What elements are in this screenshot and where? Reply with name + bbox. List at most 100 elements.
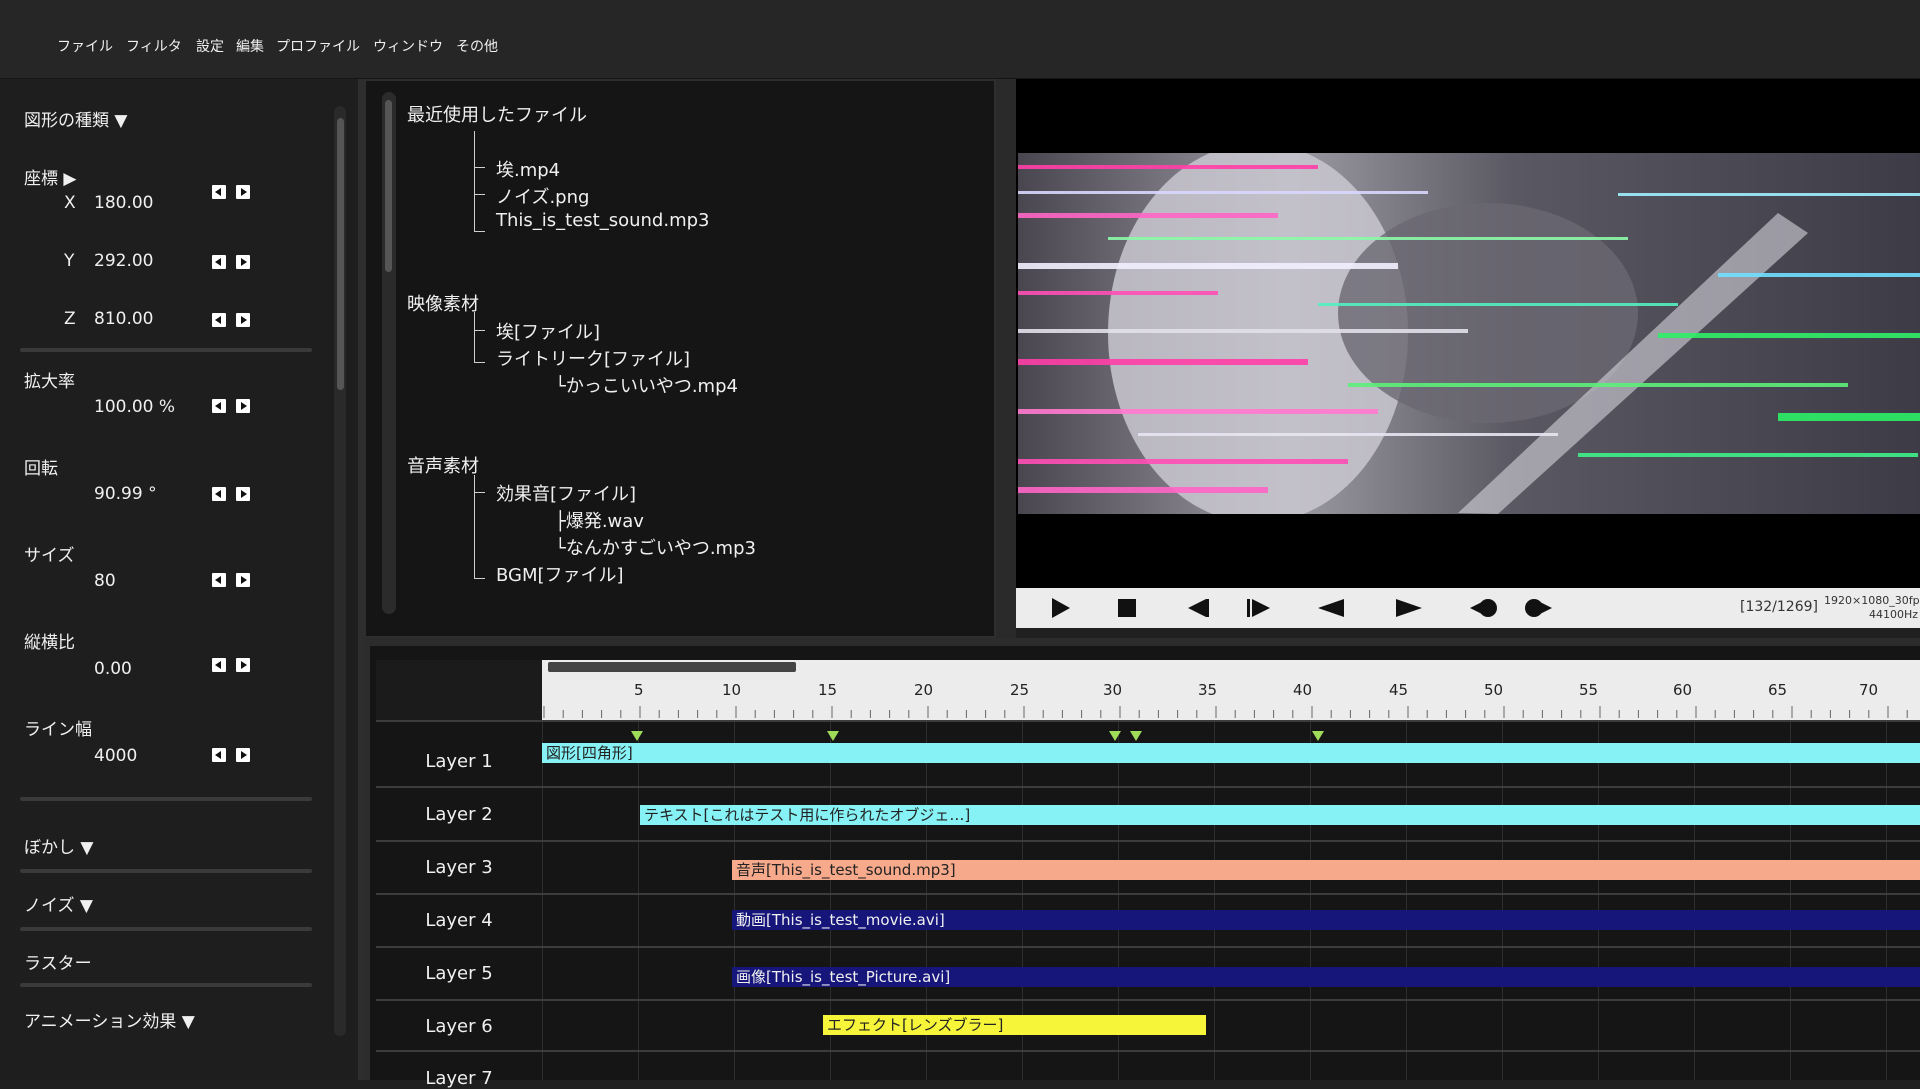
ruler-tick-label: 45 bbox=[1389, 681, 1409, 699]
keyframe-marker[interactable] bbox=[1312, 731, 1324, 741]
layer-label[interactable]: Layer 4 bbox=[376, 910, 542, 931]
menu-settings[interactable]: 設定 bbox=[196, 36, 224, 56]
layer-label[interactable]: Layer 3 bbox=[376, 857, 542, 878]
y-decrement-button[interactable] bbox=[212, 255, 226, 269]
keyframe-marker[interactable] bbox=[827, 731, 839, 741]
separator bbox=[20, 797, 312, 801]
raster-section[interactable]: ラスター bbox=[24, 949, 92, 974]
noise-section[interactable]: ノイズ ▼ bbox=[24, 891, 93, 916]
size-value[interactable]: 80 bbox=[94, 571, 116, 591]
x-value[interactable]: 180.00 bbox=[94, 193, 153, 213]
tree-file-item[interactable]: ├爆発.wav bbox=[555, 507, 644, 533]
tree-connector bbox=[474, 578, 485, 579]
rotation-value[interactable]: 90.99 ° bbox=[94, 484, 157, 504]
size-increment-button[interactable] bbox=[236, 573, 250, 587]
scale-increment-button[interactable] bbox=[236, 399, 250, 413]
layer-label[interactable]: Layer 1 bbox=[376, 751, 542, 772]
menu-other[interactable]: その他 bbox=[456, 36, 498, 56]
y-value[interactable]: 292.00 bbox=[94, 251, 153, 271]
menu-filter[interactable]: フィルタ bbox=[126, 36, 182, 56]
tree-file-item[interactable]: └なんかすごいやつ.mp3 bbox=[555, 534, 756, 560]
x-stepper bbox=[212, 185, 254, 201]
timeline-clip[interactable]: 動画[This_is_test_movie.avi] bbox=[732, 910, 1920, 930]
mark-in-icon[interactable] bbox=[1468, 588, 1500, 628]
z-increment-button[interactable] bbox=[236, 313, 250, 327]
keyframe-marker[interactable] bbox=[1109, 731, 1121, 741]
video-assets-folder[interactable]: 映像素材 bbox=[407, 290, 479, 316]
rotation-increment-button[interactable] bbox=[236, 487, 250, 501]
timeline-clip[interactable]: 図形[四角形] bbox=[542, 743, 1920, 763]
layer-row-divider bbox=[376, 946, 1920, 948]
blur-section[interactable]: ぼかし ▼ bbox=[24, 833, 93, 858]
tree-folder-item[interactable]: 効果音[ファイル] bbox=[496, 480, 636, 506]
ruler-tick-label: 60 bbox=[1673, 681, 1693, 699]
tree-file-item[interactable]: ノイズ.png bbox=[496, 183, 589, 209]
clip-label: エフェクト[レンズブラー] bbox=[827, 1016, 1004, 1034]
tree-file-item[interactable]: This_is_test_sound.mp3 bbox=[496, 210, 710, 231]
tree-folder-item[interactable]: 埃[ファイル] bbox=[496, 318, 600, 344]
menu-file[interactable]: ファイル bbox=[57, 36, 113, 56]
x-increment-button[interactable] bbox=[236, 185, 250, 199]
timeline-clip[interactable]: 画像[This_is_test_Picture.avi] bbox=[732, 967, 1920, 987]
tree-folder-item[interactable]: ライトリーク[ファイル] bbox=[496, 345, 690, 371]
tree-folder-item[interactable]: BGM[ファイル] bbox=[496, 561, 624, 587]
timeline-clip[interactable]: テキスト[これはテスト用に作られたオブジェ…] bbox=[640, 805, 1920, 825]
audio-assets-folder[interactable]: 音声素材 bbox=[407, 452, 479, 478]
aspect-ratio-value[interactable]: 0.00 bbox=[94, 659, 132, 679]
coordinates-section[interactable]: 座標 ▶ bbox=[24, 164, 76, 189]
step-back-icon[interactable] bbox=[1184, 588, 1212, 628]
play-icon[interactable] bbox=[1048, 588, 1072, 628]
layer-label[interactable]: Layer 5 bbox=[376, 963, 542, 984]
aspect-ratio-increment-button[interactable] bbox=[236, 658, 250, 672]
audio-rate-info: 44100Hz bbox=[1869, 608, 1919, 621]
timeline-clip[interactable]: エフェクト[レンズブラー] bbox=[823, 1015, 1206, 1035]
menu-edit[interactable]: 編集 bbox=[236, 36, 264, 56]
x-decrement-button[interactable] bbox=[212, 185, 226, 199]
rotation-stepper bbox=[212, 487, 254, 503]
line-width-value[interactable]: 4000 bbox=[94, 746, 137, 766]
tree-connector bbox=[474, 231, 485, 232]
layer-label[interactable]: Layer 7 bbox=[376, 1068, 542, 1089]
tree-connector bbox=[474, 362, 485, 363]
z-decrement-button[interactable] bbox=[212, 313, 226, 327]
line-width-increment-button[interactable] bbox=[236, 748, 250, 762]
menu-window[interactable]: ウィンドウ bbox=[373, 36, 443, 56]
y-increment-button[interactable] bbox=[236, 255, 250, 269]
step-forward-icon[interactable] bbox=[1244, 588, 1272, 628]
keyframe-marker[interactable] bbox=[1130, 731, 1142, 741]
aspect-ratio-decrement-button[interactable] bbox=[212, 658, 226, 672]
scale-decrement-button[interactable] bbox=[212, 399, 226, 413]
timeline-clip[interactable]: 音声[This_is_test_sound.mp3] bbox=[732, 860, 1920, 880]
tree-file-item[interactable]: └かっこいいやつ.mp4 bbox=[555, 372, 738, 398]
animation-effect-section[interactable]: アニメーション効果 ▼ bbox=[24, 1007, 195, 1032]
aspect-ratio-stepper bbox=[212, 658, 254, 674]
tree-connector bbox=[474, 475, 475, 579]
scale-value[interactable]: 100.00 % bbox=[94, 397, 175, 417]
timeline-scrollbar-thumb[interactable] bbox=[548, 662, 796, 672]
ruler-tick-label: 5 bbox=[634, 681, 644, 699]
z-value[interactable]: 810.00 bbox=[94, 309, 153, 329]
preview-frame-image bbox=[1018, 153, 1920, 514]
layer-label[interactable]: Layer 2 bbox=[376, 804, 542, 825]
layer-label[interactable]: Layer 6 bbox=[376, 1016, 542, 1037]
property-scrollbar-thumb[interactable] bbox=[337, 118, 344, 390]
ruler-tick-label: 30 bbox=[1103, 681, 1123, 699]
grid-line bbox=[1790, 722, 1791, 1080]
rotation-decrement-button[interactable] bbox=[212, 487, 226, 501]
y-label: Y bbox=[64, 251, 75, 271]
line-width-decrement-button[interactable] bbox=[212, 748, 226, 762]
shape-type-section[interactable]: 図形の種類 ▼ bbox=[24, 106, 127, 131]
tree-file-item[interactable]: 埃.mp4 bbox=[496, 156, 560, 182]
stop-icon[interactable] bbox=[1116, 588, 1140, 628]
menu-profile[interactable]: プロファイル bbox=[276, 36, 360, 56]
keyframe-marker[interactable] bbox=[631, 731, 643, 741]
recent-files-folder[interactable]: 最近使用したファイル bbox=[407, 101, 587, 127]
timeline-divider[interactable] bbox=[364, 638, 1920, 646]
preview-divider[interactable] bbox=[996, 79, 1016, 638]
size-decrement-button[interactable] bbox=[212, 573, 226, 587]
ruler-tick-label: 65 bbox=[1768, 681, 1788, 699]
fast-forward-icon[interactable] bbox=[1392, 588, 1424, 628]
rewind-icon[interactable] bbox=[1316, 588, 1348, 628]
mark-out-icon[interactable] bbox=[1522, 588, 1554, 628]
tree-scrollbar-thumb[interactable] bbox=[385, 100, 392, 272]
